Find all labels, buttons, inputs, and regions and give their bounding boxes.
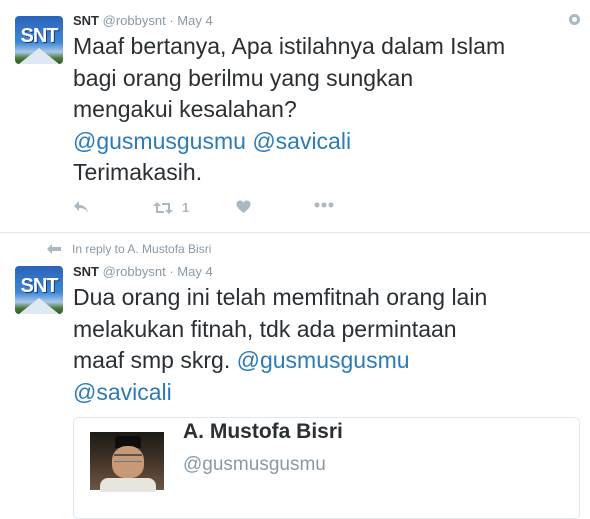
tweet-text-line: Terimakasih. — [73, 159, 203, 185]
separator: · — [169, 13, 174, 28]
tweet-text-line: mengakui kesalahan? — [73, 96, 297, 122]
mentions-line: @savicali — [73, 377, 578, 409]
retweet-button[interactable]: 1 — [153, 200, 189, 215]
photo-face — [112, 446, 144, 478]
mention-link[interactable]: @savicali — [252, 128, 351, 154]
tweet-text: Maaf bertanya, Apa istilahnya dalam Isla… — [73, 31, 578, 189]
tweet-text-line: bagi orang berilmu yang sungkan — [73, 64, 414, 91]
card-display-name[interactable]: A. Mustofa Bisri — [183, 420, 343, 444]
reply-button[interactable] — [73, 200, 89, 214]
tweet-1[interactable]: SNT SNT @robbysnt · May 4 Maaf bertanya,… — [0, 0, 590, 233]
mentions-line: @gusmusgusmu @savicali — [73, 126, 578, 158]
retweet-count: 1 — [182, 200, 190, 215]
more-icon — [314, 202, 334, 208]
mention-link[interactable]: @gusmusgusmu — [237, 347, 410, 373]
tweet-text-fragment: maaf smp skrg. — [73, 347, 231, 373]
avatar-mountain — [19, 48, 59, 64]
tweet-2[interactable]: In reply to A. Mustofa Bisri SNT SNT @ro… — [0, 233, 590, 519]
reply-context-text: In reply to A. Mustofa Bisri — [72, 242, 212, 256]
tweet-actions: 1 — [73, 200, 373, 220]
user-handle[interactable]: @robbysnt — [103, 264, 166, 279]
profile-card[interactable]: A. Mustofa Bisri @gusmusgusmu — [73, 417, 580, 519]
tweet-text: Dua orang ini telah memfitnah orang lain… — [73, 282, 578, 408]
avatar-mountain — [19, 298, 59, 314]
timestamp[interactable]: May 4 — [177, 13, 212, 28]
profile-photo[interactable] — [90, 432, 164, 492]
display-name[interactable]: SNT — [73, 13, 99, 28]
like-button[interactable] — [236, 200, 251, 214]
tweet-header: SNT @robbysnt · May 4 — [73, 264, 213, 279]
user-handle[interactable]: @robbysnt — [103, 13, 166, 28]
display-name[interactable]: SNT — [73, 264, 99, 279]
avatar[interactable]: SNT — [15, 266, 63, 314]
heart-icon — [236, 200, 251, 213]
mention-link[interactable]: @savicali — [73, 379, 172, 405]
reply-icon — [74, 201, 88, 213]
avatar-logo-text: SNT — [20, 25, 59, 47]
reply-arrow-icon — [47, 244, 61, 254]
tweet-header: SNT @robbysnt · May 4 — [73, 13, 213, 28]
mention-link[interactable]: @gusmusgusmu — [73, 128, 246, 154]
more-button[interactable] — [314, 202, 334, 208]
timestamp[interactable]: May 4 — [177, 264, 212, 279]
separator: · — [169, 264, 174, 279]
reply-context[interactable]: In reply to A. Mustofa Bisri — [47, 242, 211, 256]
globe-icon — [569, 14, 580, 25]
retweet-icon — [153, 201, 173, 214]
tweet-text-line: Maaf bertanya, Apa istilahnya dalam Isla… — [73, 33, 506, 59]
card-handle[interactable]: @gusmusgusmu — [183, 454, 326, 476]
tweet-text-line: melakukan fitnah, tdk ada permintaan — [73, 315, 457, 342]
avatar[interactable]: SNT — [15, 16, 63, 64]
tweet-text-line: maaf smp skrg. @gusmusgusmu — [73, 345, 578, 377]
photo-glasses — [114, 454, 142, 462]
photo-shirt — [100, 478, 156, 492]
tweet-text-line: Dua orang ini telah memfitnah orang lain — [73, 284, 488, 310]
avatar-logo-text: SNT — [20, 275, 59, 297]
